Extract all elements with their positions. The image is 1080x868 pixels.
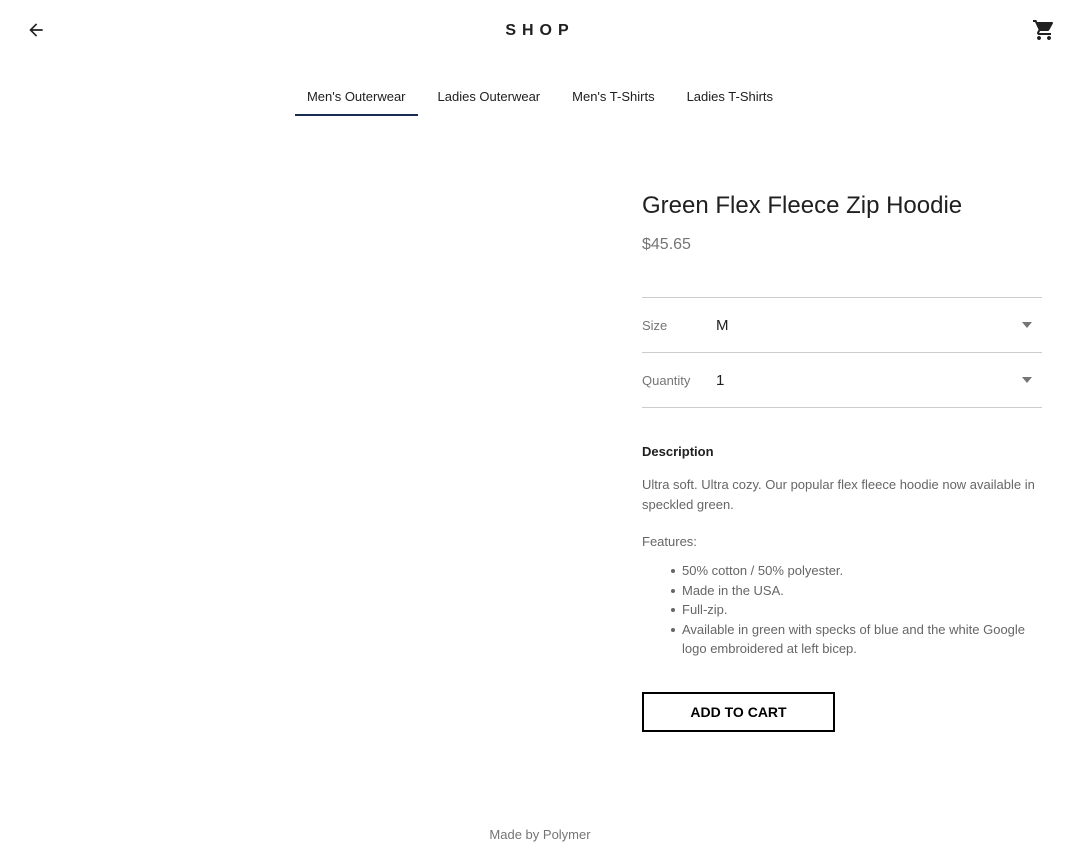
cart-button[interactable] bbox=[1030, 18, 1058, 46]
size-select[interactable]: Size M bbox=[642, 298, 1042, 353]
description-text: Ultra soft. Ultra cozy. Our popular flex… bbox=[642, 477, 1035, 512]
feature-item: Made in the USA. bbox=[671, 581, 1042, 601]
feature-item: Full-zip. bbox=[671, 600, 1042, 620]
features-label: Features: bbox=[642, 534, 697, 549]
shop-app: SHOP Men's Outerwear Ladies Outerwear Me… bbox=[0, 0, 1080, 868]
category-tabs: Men's Outerwear Ladies Outerwear Men's T… bbox=[0, 78, 1080, 118]
tab-mens-outerwear[interactable]: Men's Outerwear bbox=[291, 78, 422, 116]
product-image bbox=[40, 170, 600, 750]
feature-item: Available in green with specks of blue a… bbox=[671, 620, 1042, 659]
tab-ladies-t-shirts[interactable]: Ladies T-Shirts bbox=[671, 78, 789, 116]
tab-ladies-outerwear[interactable]: Ladies Outerwear bbox=[422, 78, 557, 116]
add-to-cart-button[interactable]: ADD TO CART bbox=[642, 691, 835, 732]
option-pickers: Size M Quantity 1 bbox=[642, 297, 1042, 408]
shopping-cart-icon bbox=[1032, 18, 1056, 47]
size-label: Size bbox=[642, 317, 668, 333]
description-heading: Description bbox=[642, 444, 714, 459]
quantity-value: 1 bbox=[716, 371, 725, 389]
features-list: 50% cotton / 50% polyester. Made in the … bbox=[642, 561, 1042, 659]
dropdown-arrow-icon bbox=[1022, 322, 1032, 328]
footer-text: Made by Polymer bbox=[489, 827, 591, 842]
feature-item: 50% cotton / 50% polyester. bbox=[671, 561, 1042, 581]
size-value: M bbox=[716, 316, 729, 334]
product-price: $45.65 bbox=[642, 236, 691, 253]
dropdown-arrow-icon bbox=[1022, 377, 1032, 383]
product-title: Green Flex Fleece Zip Hoodie bbox=[642, 192, 963, 219]
product-detail: Green Flex Fleece Zip Hoodie $45.65 Size… bbox=[642, 190, 1042, 732]
quantity-label: Quantity bbox=[642, 372, 691, 388]
shop-logo[interactable]: SHOP bbox=[0, 22, 1080, 40]
quantity-select[interactable]: Quantity 1 bbox=[642, 353, 1042, 408]
tab-mens-t-shirts[interactable]: Men's T-Shirts bbox=[556, 78, 670, 116]
